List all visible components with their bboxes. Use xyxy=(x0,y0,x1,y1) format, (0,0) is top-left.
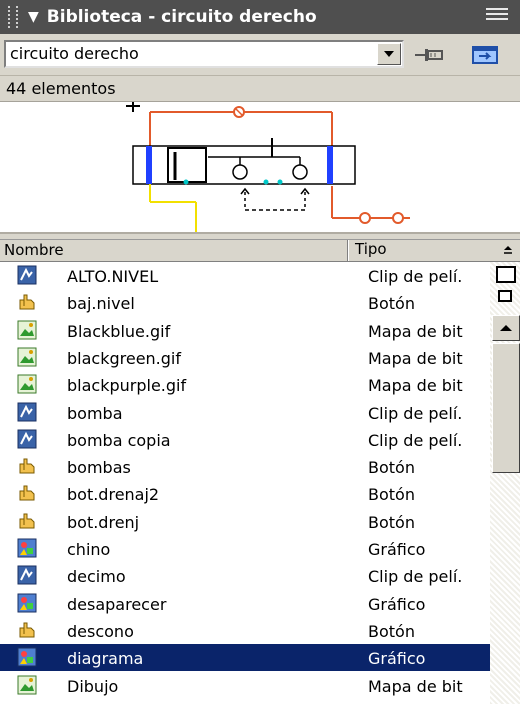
list-item[interactable]: bomba Clip de pelí. xyxy=(0,399,490,426)
button-icon xyxy=(17,292,37,312)
item-name: bot.drenj xyxy=(67,512,140,532)
movieclip-icon xyxy=(17,402,37,422)
item-name: desaparecer xyxy=(67,594,167,614)
list-item[interactable]: blackpurple.gif Mapa de bit xyxy=(0,371,490,398)
scroll-up-arrow-icon[interactable] xyxy=(492,315,520,341)
item-count: 44 elementos xyxy=(0,76,520,102)
library-select-value: circuito derecho xyxy=(10,44,139,63)
sort-order-icon[interactable] xyxy=(502,244,514,256)
graphic-icon xyxy=(17,647,37,667)
movieclip-icon xyxy=(17,565,37,585)
item-name: blackgreen.gif xyxy=(67,348,181,368)
item-name: ALTO.NIVEL xyxy=(67,267,159,286)
panel-title: Biblioteca - circuito derecho xyxy=(46,7,317,27)
list-item[interactable]: ALTO.NIVEL Clip de pelí. xyxy=(0,262,490,289)
pin-icon[interactable] xyxy=(413,44,447,66)
wide-state-icon[interactable] xyxy=(496,266,516,283)
list-item[interactable]: descono Botón xyxy=(0,617,490,644)
item-type: Mapa de bit xyxy=(368,676,463,696)
item-type: Gráfico xyxy=(368,540,426,559)
graphic-icon xyxy=(17,538,37,558)
list-header: Nombre Tipo xyxy=(0,240,520,262)
item-type: Botón xyxy=(368,512,415,532)
list-item[interactable]: Dibujo Mapa de bit xyxy=(0,672,490,699)
button-icon xyxy=(17,511,37,531)
new-library-panel-icon[interactable] xyxy=(469,44,503,66)
item-type: Clip de pelí. xyxy=(368,430,463,450)
item-type: Mapa de bit xyxy=(368,321,463,341)
graphic-icon xyxy=(17,593,37,613)
list-item[interactable]: baj.nivel Botón xyxy=(0,289,490,316)
item-type: Mapa de bit xyxy=(368,376,463,396)
button-icon xyxy=(17,620,37,640)
item-type: Gráfico xyxy=(368,594,426,614)
item-name: decimo xyxy=(67,567,126,587)
item-type: Clip de pelí. xyxy=(368,403,463,423)
item-name: blackpurple.gif xyxy=(67,376,187,396)
library-item-list[interactable]: ALTO.NIVEL Clip de pelí. baj.nivel Botón Bla… xyxy=(0,262,490,704)
item-name: baj.nivel xyxy=(67,294,135,314)
item-name: Dibujo xyxy=(67,676,119,696)
list-item[interactable]: chino Gráfico xyxy=(0,535,490,562)
item-type: Botón xyxy=(368,485,415,505)
item-name: Blackblue.gif xyxy=(67,321,171,341)
list-item[interactable]: diagrama Gráfico xyxy=(0,644,490,672)
list-item[interactable]: decimo Clip de pelí. xyxy=(0,562,490,589)
item-name: bot.drenaj2 xyxy=(67,485,160,505)
panel-grip-handle[interactable] xyxy=(8,6,18,28)
column-header-type[interactable]: Tipo xyxy=(348,240,490,261)
button-icon xyxy=(17,483,37,503)
scrollbar-thumb[interactable] xyxy=(492,343,520,473)
symbol-preview xyxy=(0,102,520,234)
list-scrollbar[interactable] xyxy=(490,262,520,704)
item-type: Botón xyxy=(368,621,415,641)
item-type: Clip de pelí. xyxy=(368,567,463,587)
bitmap-icon xyxy=(17,347,37,367)
item-type: Clip de pelí. xyxy=(368,267,463,286)
item-name: bomba copia xyxy=(67,430,171,450)
list-item[interactable]: bot.drenaj2 Botón xyxy=(0,480,490,507)
chevron-down-icon[interactable] xyxy=(377,43,401,65)
list-item[interactable]: bot.drenj Botón xyxy=(0,508,490,535)
movieclip-icon xyxy=(17,265,37,285)
button-icon xyxy=(17,456,37,476)
item-type: Gráfico xyxy=(368,649,426,669)
item-name: bomba xyxy=(67,403,123,423)
item-name: bombas xyxy=(67,458,131,478)
item-name: chino xyxy=(67,540,111,559)
library-select[interactable]: circuito derecho xyxy=(4,40,404,68)
item-name: descono xyxy=(67,621,134,641)
item-name: diagrama xyxy=(67,649,144,669)
list-item[interactable]: desaparecer Gráfico xyxy=(0,590,490,617)
collapse-arrow-icon[interactable]: ▼ xyxy=(28,9,39,25)
list-item[interactable]: Blackblue.gif Mapa de bit xyxy=(0,317,490,344)
narrow-state-icon[interactable] xyxy=(498,290,512,302)
movieclip-icon xyxy=(17,429,37,449)
item-type: Mapa de bit xyxy=(368,348,463,368)
item-type: Botón xyxy=(368,294,415,314)
options-menu-icon[interactable] xyxy=(486,8,508,24)
list-item[interactable]: bombas Botón xyxy=(0,453,490,480)
bitmap-icon xyxy=(17,374,37,394)
library-panel-titlebar[interactable]: ▼ Biblioteca - circuito derecho xyxy=(0,0,520,34)
library-toolbar: circuito derecho xyxy=(0,34,520,76)
item-type: Botón xyxy=(368,458,415,478)
list-item[interactable]: blackgreen.gif Mapa de bit xyxy=(0,344,490,371)
list-item[interactable]: bomba copia Clip de pelí. xyxy=(0,426,490,453)
column-header-name[interactable]: Nombre xyxy=(4,241,64,259)
bitmap-icon xyxy=(17,320,37,340)
bitmap-icon xyxy=(17,675,37,695)
